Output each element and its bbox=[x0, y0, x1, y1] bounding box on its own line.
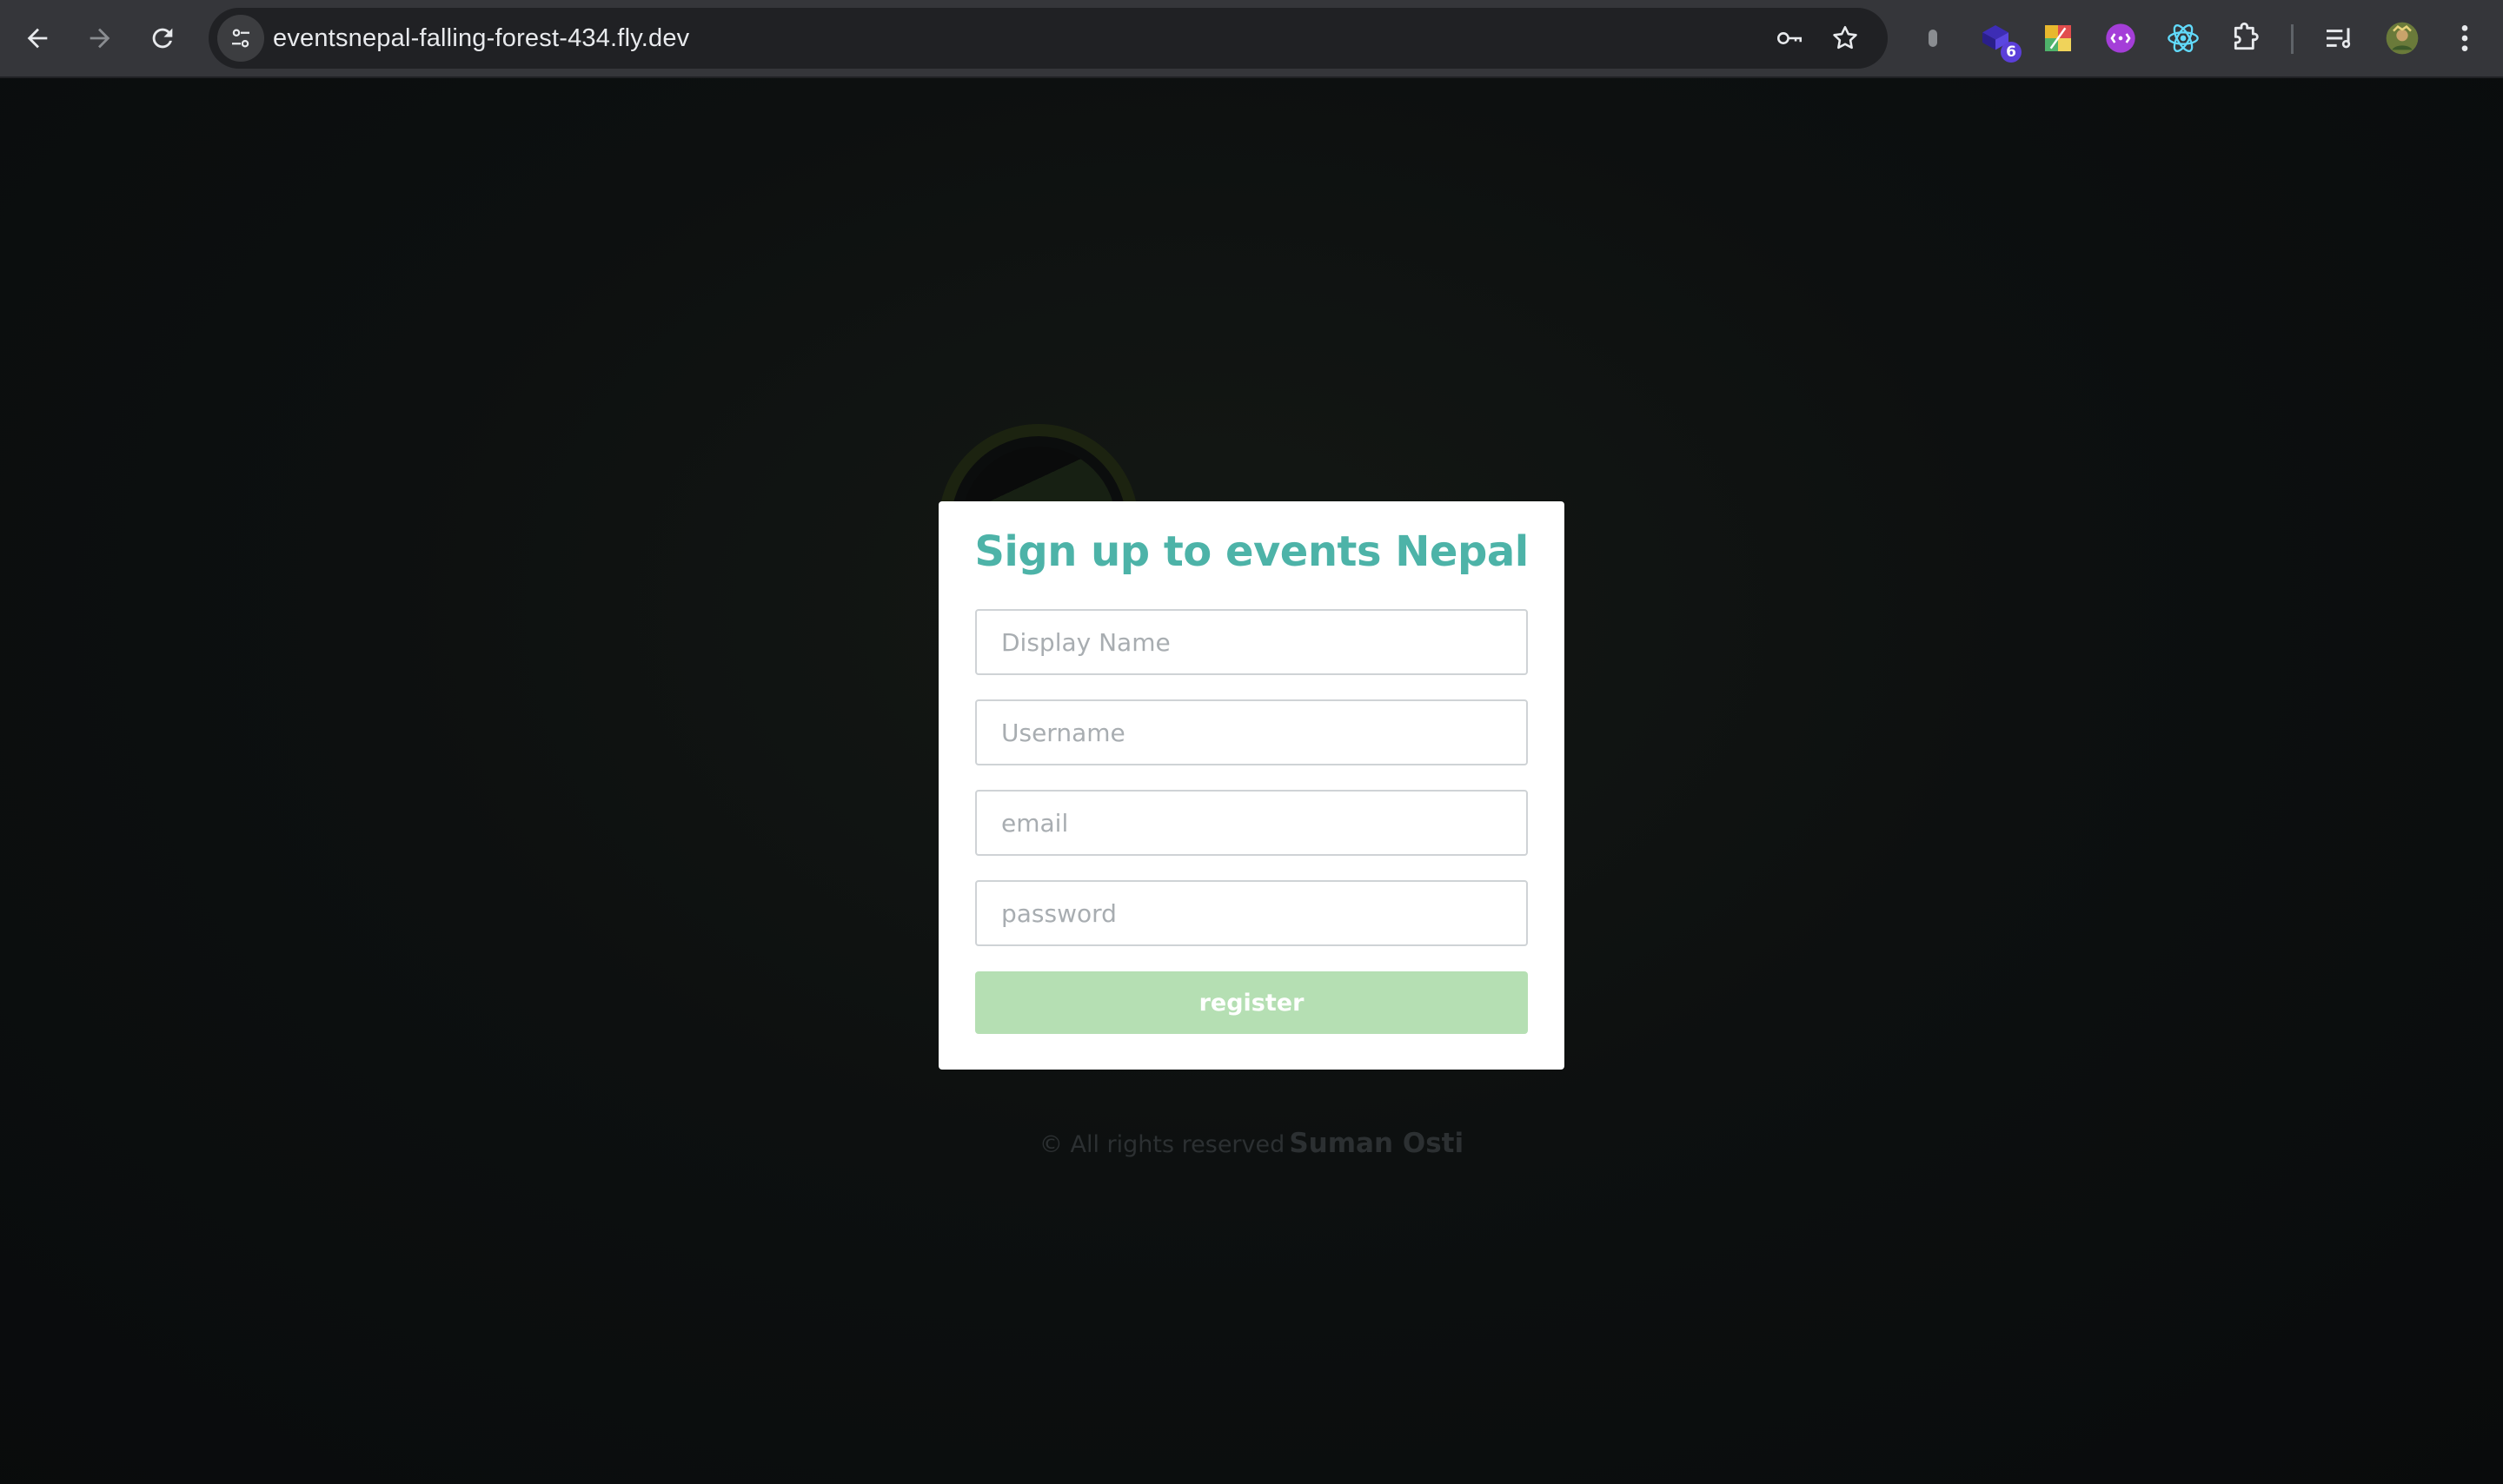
arrow-right-icon bbox=[90, 28, 110, 49]
profile-avatar[interactable] bbox=[2381, 17, 2423, 59]
username-input[interactable] bbox=[975, 699, 1528, 765]
url-text[interactable]: eventsnepal-falling-forest-434.fly.dev bbox=[273, 8, 689, 69]
more-vert-icon bbox=[2461, 25, 2468, 51]
browser-toolbar: eventsnepal-falling-forest-434.fly.dev 6 bbox=[0, 0, 2503, 78]
signup-title: Sign up to events Nepal bbox=[974, 527, 1529, 576]
react-devtools-icon[interactable] bbox=[2162, 17, 2204, 59]
extension-color-blocks-icon[interactable] bbox=[2037, 17, 2079, 59]
browser-menu-button[interactable] bbox=[2444, 17, 2486, 59]
toolbar-divider bbox=[2291, 24, 2294, 54]
reload-button[interactable] bbox=[139, 15, 186, 62]
arrow-left-icon bbox=[27, 28, 48, 49]
back-button[interactable] bbox=[14, 15, 61, 62]
extension-purple-circle-icon[interactable] bbox=[2100, 17, 2141, 59]
display-name-input[interactable] bbox=[975, 609, 1528, 675]
register-button[interactable]: register bbox=[975, 971, 1528, 1034]
extension-purple-icon[interactable]: 6 bbox=[1975, 17, 2022, 63]
footer: © All rights reserved Suman Osti bbox=[0, 1128, 2503, 1159]
key-icon bbox=[1776, 32, 1803, 44]
bookmark-button[interactable] bbox=[1829, 22, 1862, 55]
tune-icon bbox=[232, 29, 249, 48]
signup-modal: Sign up to events Nepal register bbox=[939, 501, 1564, 1070]
star-icon bbox=[1833, 25, 1857, 50]
site-info-button[interactable] bbox=[217, 15, 264, 62]
password-key-button[interactable] bbox=[1773, 22, 1806, 55]
extension-gray-icon[interactable] bbox=[1912, 17, 1954, 59]
email-input[interactable] bbox=[975, 790, 1528, 856]
reading-list-icon[interactable] bbox=[2319, 17, 2360, 59]
extension-badge: 6 bbox=[2001, 42, 2022, 63]
page-viewport: Sign up to events Nepal register © All r… bbox=[0, 78, 2503, 1484]
password-input[interactable] bbox=[975, 880, 1528, 946]
forward-button[interactable] bbox=[76, 15, 123, 62]
author-name: Suman Osti bbox=[1289, 1128, 1464, 1159]
address-bar[interactable]: eventsnepal-falling-forest-434.fly.dev bbox=[209, 8, 1888, 69]
extensions-puzzle-icon[interactable] bbox=[2225, 17, 2267, 59]
copyright-text: © All rights reserved bbox=[1039, 1131, 1285, 1158]
reload-icon bbox=[152, 28, 173, 49]
